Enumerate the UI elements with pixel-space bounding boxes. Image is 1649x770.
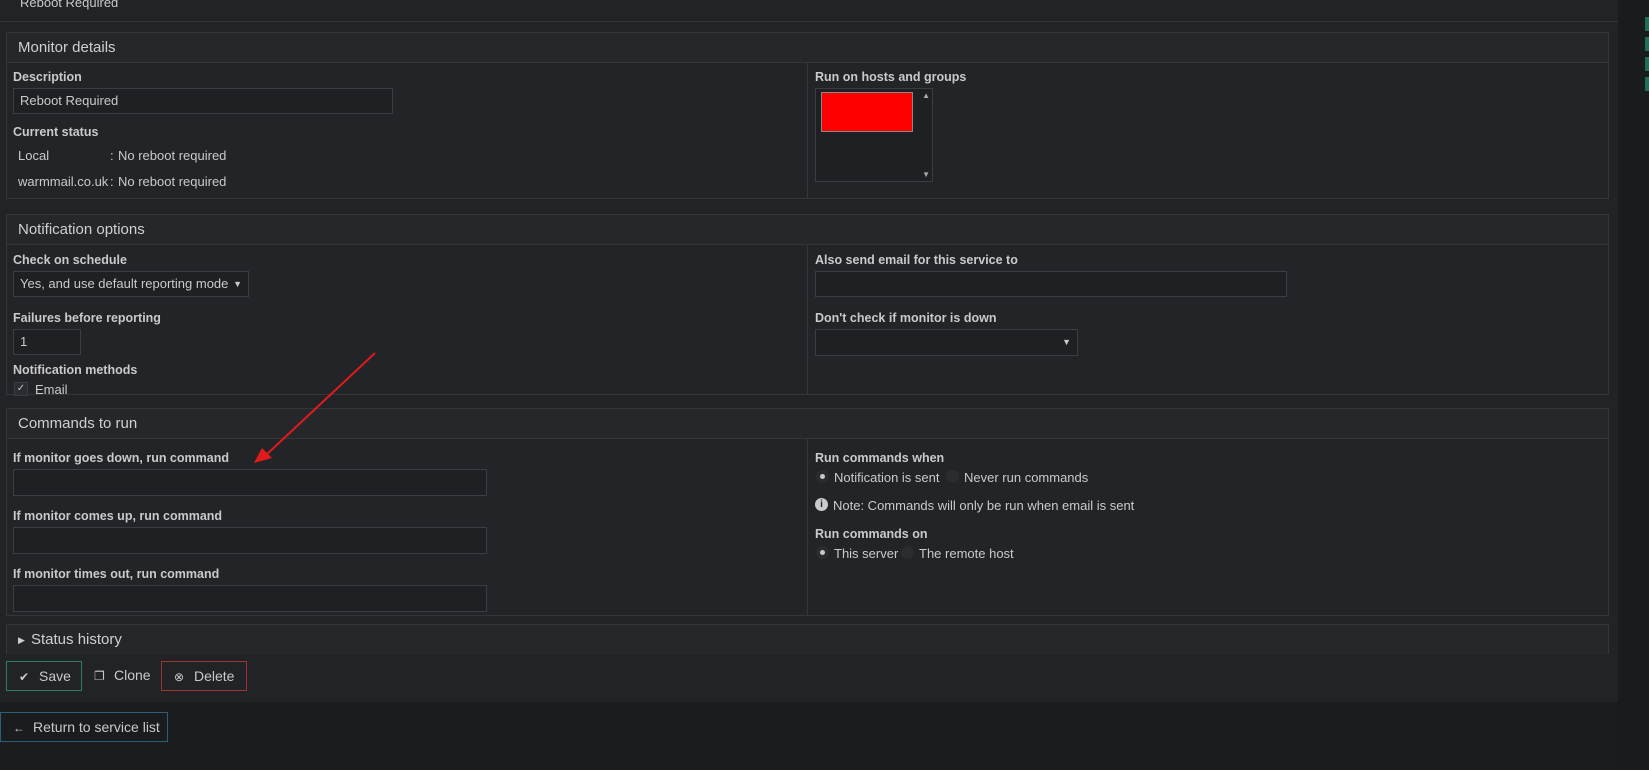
return-label: Return to service list [33,719,160,735]
down-command-input[interactable] [13,469,487,496]
save-label: Save [39,668,71,684]
redacted-block [821,92,913,132]
commands-note: Note: Commands will only be run when ema… [833,498,1135,513]
failures-label: Failures before reporting [13,311,161,325]
scroll-down-icon[interactable]: ▼ [922,170,930,179]
status-sep: : [110,174,114,189]
clone-label: Clone [114,667,151,683]
dont-check-label: Don't check if monitor is down [815,311,997,325]
check-circle-icon: ✔ [19,670,30,684]
this-server-label: This server [834,546,899,561]
description-label: Description [13,70,82,84]
delete-label: Delete [194,668,235,684]
timeout-command-label: If monitor times out, run command [13,567,220,581]
run-when-label: Run commands when [815,451,945,465]
run-on-hosts-label: Run on hosts and groups [815,70,967,84]
status-sep: : [110,148,114,163]
timeout-command-input[interactable] [13,585,487,612]
status-history-label: Status history [31,631,122,648]
status-value-local: No reboot required [118,148,227,163]
radio-this-server[interactable] [816,546,829,559]
status-value-remote: No reboot required [118,174,227,189]
sidebar-indicator [1645,57,1649,71]
radio-remote-host[interactable] [901,546,914,559]
also-email-label: Also send email for this service to [815,253,1018,267]
radio-never-run[interactable] [946,470,959,483]
never-run-label: Never run commands [964,470,1089,485]
monitor-details-heading: Monitor details [7,33,1608,63]
status-host-local: Local [18,148,50,163]
chevron-down-icon: ▼ [1062,337,1071,347]
sidebar-indicator [1645,17,1649,31]
times-circle-icon: ⊗ [174,670,185,684]
save-button[interactable]: ✔ Save [6,661,82,691]
notification-options-panel: Notification options Check on schedule Y… [6,214,1609,397]
dont-check-select[interactable]: ▼ [815,329,1078,356]
info-icon: i [815,498,828,511]
hosts-groups-listbox[interactable]: ▲ ▼ [815,88,933,182]
notification-options-heading: Notification options [7,215,1608,245]
also-email-input[interactable] [815,271,1287,297]
failures-input[interactable]: 1 [13,329,81,355]
sidebar-indicator [1645,37,1649,51]
up-command-input[interactable] [13,527,487,554]
clone-button[interactable]: ❐ Clone [82,661,161,691]
radio-notification-sent[interactable] [816,470,829,483]
notification-sent-label: Notification is sent [834,470,940,485]
scroll-up-icon[interactable]: ▲ [922,91,930,100]
arrow-left-icon: ← [13,721,25,735]
return-button[interactable]: ← Return to service list [0,712,168,742]
status-history-panel[interactable]: ▶ Status history [6,624,1609,655]
status-history-heading[interactable]: ▶ Status history [7,625,1608,655]
status-host-remote: warmmail.co.uk [18,174,109,189]
commands-panel: Commands to run If monitor goes down, ru… [6,408,1609,616]
chevron-down-icon: ▼ [233,279,242,289]
right-sidebar [1618,0,1649,770]
email-checkbox[interactable]: ✓ [14,382,28,396]
delete-button[interactable]: ⊗ Delete [161,661,247,691]
notification-methods-label: Notification methods [13,363,138,377]
description-input[interactable]: Reboot Required [13,88,393,114]
page-title: Reboot Required [20,0,119,10]
remote-host-label: The remote host [919,546,1014,561]
up-command-label: If monitor comes up, run command [13,509,223,523]
check-schedule-value: Yes, and use default reporting mode [20,276,229,291]
page-header: Reboot Required [0,0,1618,22]
check-schedule-select[interactable]: Yes, and use default reporting mode ▼ [13,271,249,297]
email-method-label: Email [35,382,68,397]
down-command-label: If monitor goes down, run command [13,451,229,465]
red-arrow-annotation [254,352,376,463]
main-content: Reboot Required Monitor details Descript… [0,0,1618,702]
current-status-label: Current status [13,125,99,139]
monitor-details-panel: Monitor details Description Reboot Requi… [6,32,1609,199]
commands-heading: Commands to run [7,409,1608,439]
run-on-label: Run commands on [815,527,928,541]
copy-icon: ❐ [94,669,105,683]
sidebar-indicator [1645,77,1649,91]
check-schedule-label: Check on schedule [13,253,127,267]
chevron-right-icon: ▶ [18,635,25,645]
